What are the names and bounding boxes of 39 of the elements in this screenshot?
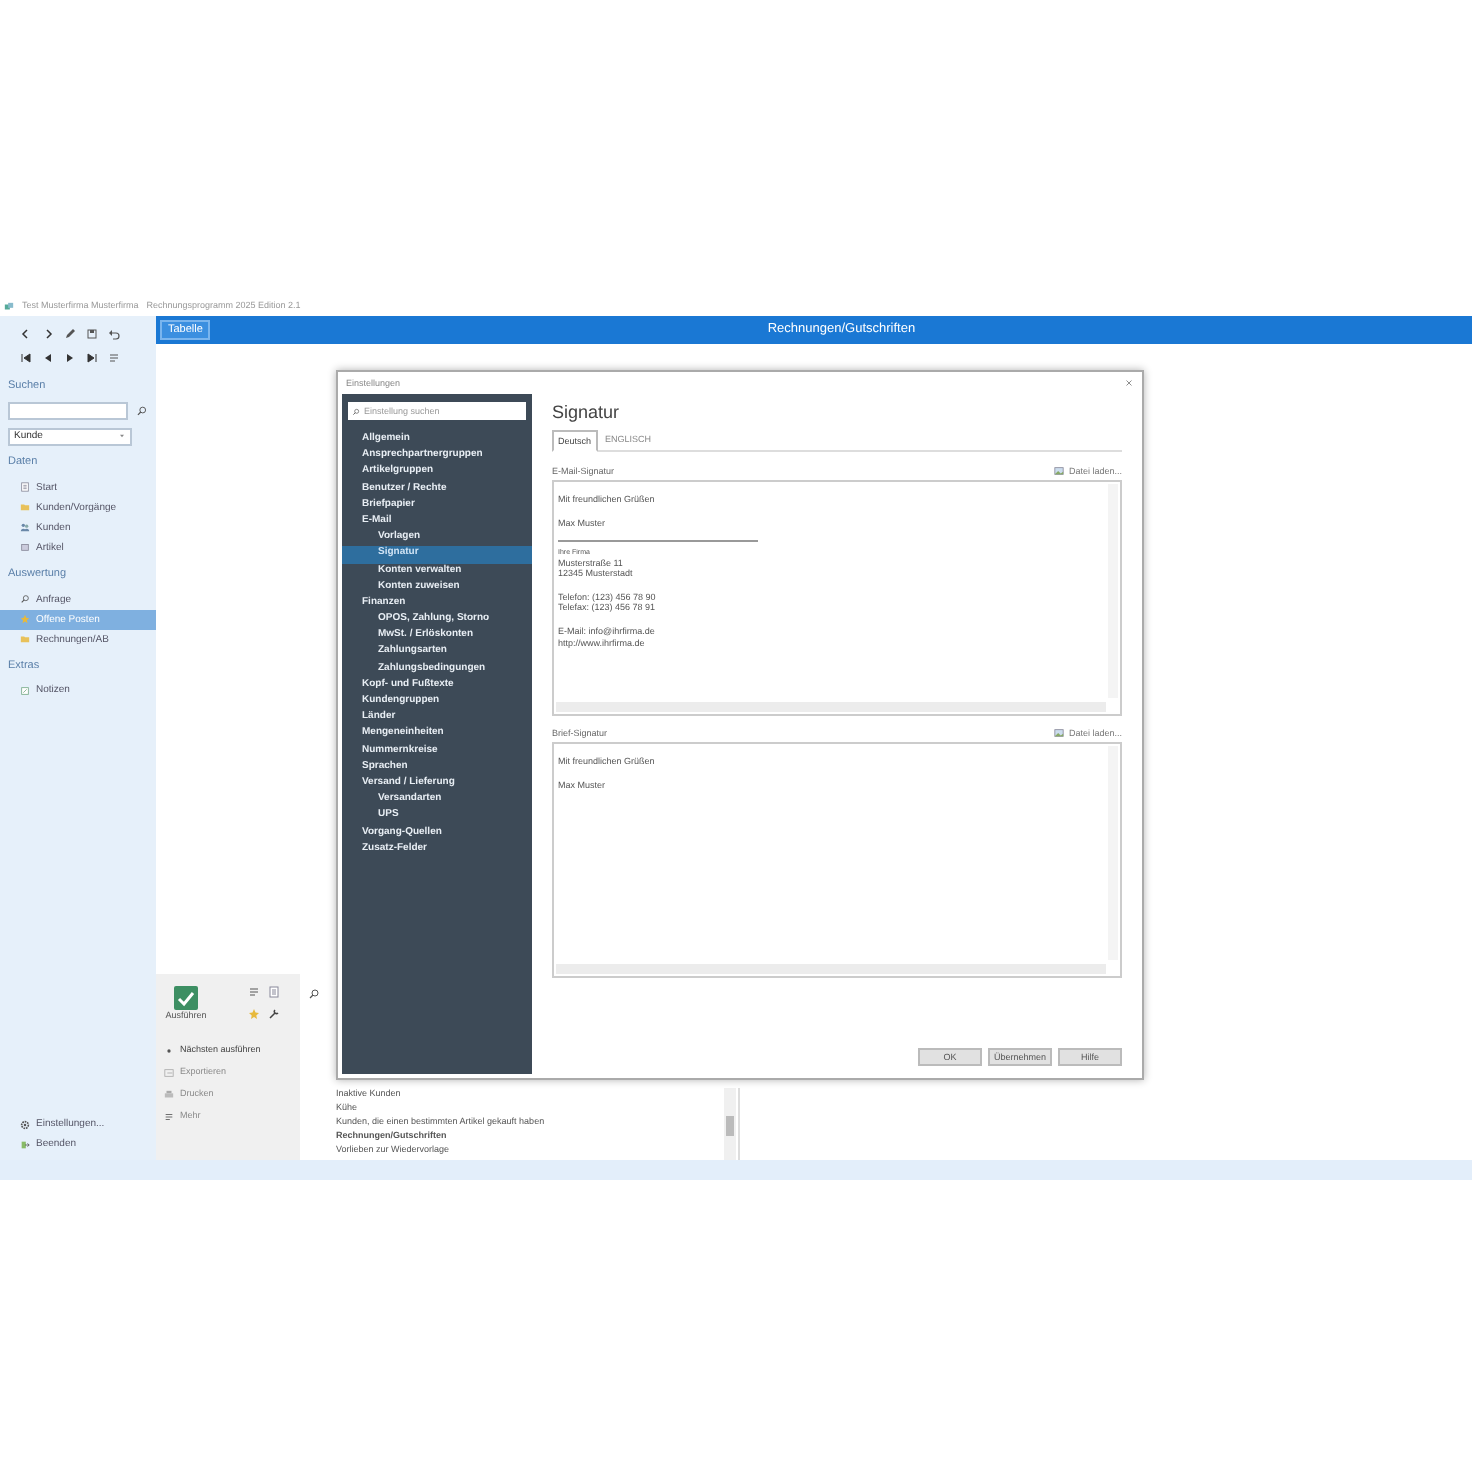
vertical-scrollbar[interactable] xyxy=(1108,483,1118,698)
export-icon xyxy=(164,1067,174,1078)
star-icon xyxy=(20,614,30,625)
wrench-icon[interactable] xyxy=(268,1007,280,1020)
app-icon xyxy=(4,301,14,311)
dialog-heading: Signatur xyxy=(552,402,622,425)
vertical-scrollbar[interactable] xyxy=(1108,745,1118,960)
search-icon[interactable] xyxy=(136,403,148,418)
list-icon xyxy=(164,1111,174,1122)
horizontal-scrollbar[interactable] xyxy=(556,963,1106,974)
image-icon xyxy=(1054,465,1065,476)
undo-icon[interactable] xyxy=(108,328,120,340)
document-icon xyxy=(20,482,30,493)
folder-icon xyxy=(20,634,30,645)
close-icon[interactable] xyxy=(1124,378,1134,388)
forward-icon[interactable] xyxy=(42,328,54,340)
first-record-icon[interactable] xyxy=(20,352,32,364)
star-icon[interactable] xyxy=(248,1007,260,1020)
search-icon xyxy=(308,988,320,1000)
horizontal-scrollbar[interactable] xyxy=(556,701,1106,712)
next-record-icon[interactable] xyxy=(64,352,76,364)
note-icon xyxy=(20,686,30,696)
scrollbar[interactable] xyxy=(724,1088,736,1160)
pencil-icon[interactable] xyxy=(64,328,76,340)
back-icon[interactable] xyxy=(20,328,32,340)
search-field[interactable] xyxy=(8,401,129,420)
last-record-icon[interactable] xyxy=(86,352,98,364)
people-icon xyxy=(20,522,30,533)
image-icon xyxy=(1054,727,1065,738)
previous-record-icon[interactable] xyxy=(42,352,54,364)
exit-icon xyxy=(20,1139,30,1149)
check-icon xyxy=(174,986,198,1010)
folder-icon xyxy=(20,502,30,513)
search-icon xyxy=(20,594,30,605)
box-icon xyxy=(20,542,30,553)
printer-icon xyxy=(164,1089,174,1100)
save-icon[interactable] xyxy=(86,328,98,340)
settings-icon xyxy=(20,1119,30,1129)
bullet-icon xyxy=(164,1045,174,1056)
